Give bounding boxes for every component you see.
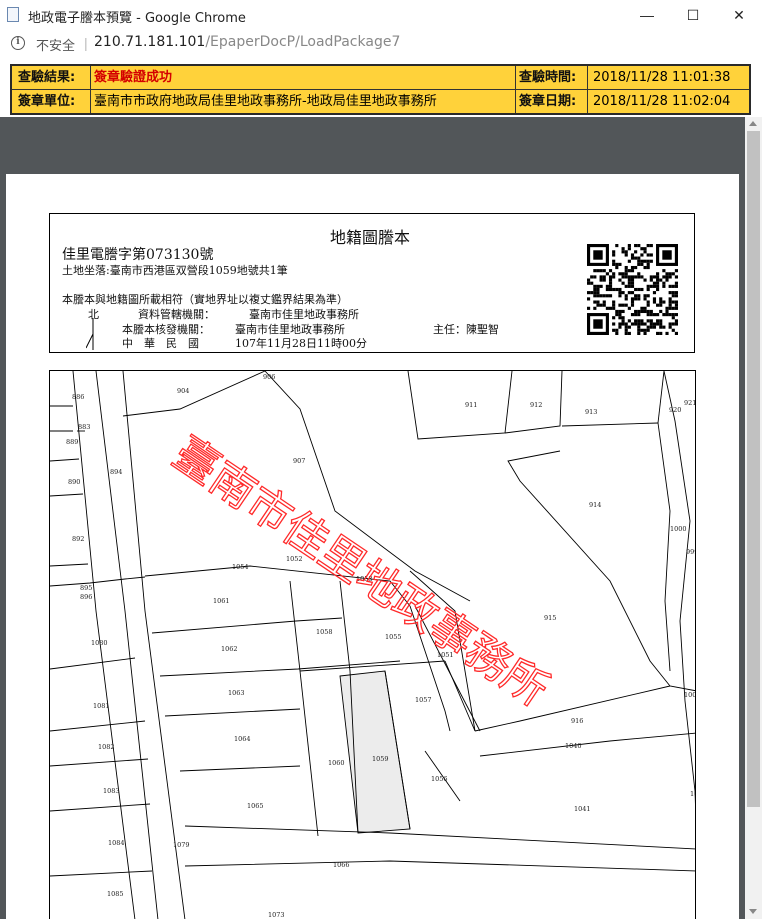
parcel-number-1058: 1058 [316, 628, 333, 636]
parcel-number-1054: 1054 [232, 563, 249, 571]
parcel-number-889: 889 [66, 438, 78, 446]
parcel-number-1040: 1040 [565, 742, 582, 750]
parcel-number-1064: 1064 [234, 735, 251, 743]
check-time-label: 查驗時間: [519, 70, 577, 85]
parcel-number-920: 920 [669, 406, 681, 414]
parcel-number-1062: 1062 [221, 645, 238, 653]
north-arrow-icon [86, 318, 94, 350]
land-location: 土地坐落:臺南市西港區双營段1059地號共1筆 [62, 264, 288, 277]
info-icon[interactable]: i [11, 36, 25, 50]
jurisdiction-label: 資料管轄機關： [138, 308, 215, 321]
parcel-number-921: 921 [684, 399, 696, 407]
parcel-number-906: 906 [263, 373, 275, 381]
signer-unit-label: 簽章單位: [18, 94, 76, 109]
parcel-number-911: 911 [465, 401, 477, 409]
conformity-statement: 本謄本與地籍圖所載相符（實地界址以複丈鑑界結果為準） [62, 293, 348, 306]
parcel-number-892: 892 [72, 535, 84, 543]
parcel-number-1081: 1081 [93, 702, 110, 710]
parcel-number-1080: 1080 [91, 639, 108, 647]
parcel-number-1055: 1055 [385, 633, 402, 641]
director-name: 主任：陳聖智 [433, 323, 499, 336]
vertical-scrollbar[interactable] [745, 117, 762, 919]
address-separator: | [84, 35, 88, 51]
parcel-number-907: 907 [293, 457, 305, 465]
check-time-value: 2018/11/28 11:01:38 [593, 70, 731, 85]
result-value: 簽章驗證成功 [94, 70, 173, 85]
maximize-button[interactable]: ☐ [670, 0, 716, 30]
signed-date-label: 簽章日期: [519, 94, 577, 109]
panel-divider [12, 89, 749, 90]
document-title: 地籍圖謄本 [330, 228, 411, 247]
issue-time: 107年11月28日11時00分 [235, 337, 367, 350]
scrollbar-thumb[interactable] [747, 131, 760, 807]
url-text[interactable]: 210.71.181.101/EpaperDocP/LoadPackage7 [94, 34, 400, 50]
document-icon [7, 7, 19, 22]
parcel-number-1073: 1073 [268, 911, 285, 919]
parcel-number-913: 913 [585, 408, 597, 416]
result-label: 查驗結果: [18, 70, 76, 85]
parcel-number-904: 904 [177, 387, 189, 395]
jurisdiction-value: 臺南市佳里地政事務所 [249, 308, 359, 321]
parcel-number-883: 883 [78, 423, 90, 431]
parcel-number-1085: 1085 [107, 890, 124, 898]
parcel-number-915: 915 [544, 614, 556, 622]
parcel-number-1084: 1084 [108, 839, 125, 847]
cadastral-map: 886 883 889 890 892 895 896 894 904 906 907 911 912 9… [49, 370, 696, 919]
signature-verification-panel: 查驗結果: 簽章驗證成功 查驗時間: 2018/11/28 11:01:38 簽… [10, 64, 751, 115]
parcel-number-895: 895 [80, 584, 92, 592]
panel-divider [587, 66, 588, 113]
parcel-number-916: 916 [571, 717, 583, 725]
parcel-number-1060: 1060 [328, 759, 345, 767]
parcel-number-1059: 1059 [372, 755, 389, 763]
parcel-number-1057: 1057 [415, 696, 432, 704]
parcel-1059-shape [339, 670, 411, 834]
parcel-number-999: 999 [686, 548, 696, 556]
security-indicator[interactable]: 不安全 [36, 35, 75, 54]
window-title: 地政電子謄本預覽 - Google Chrome [28, 11, 246, 26]
address-bar[interactable]: i 不安全 | 210.71.181.101/EpaperDocP/LoadPa… [0, 30, 762, 58]
country-label: 中 華 民 國 [122, 337, 199, 350]
qr-code-icon [587, 244, 678, 335]
signer-unit-value: 臺南市市政府地政局佳里地政事務所-地政局佳里地政事務所 [94, 94, 437, 109]
close-button[interactable]: ✕ [716, 0, 762, 30]
document-page: 地籍圖謄本 佳里電謄字第073130號 土地坐落:臺南市西港區双營段1059地號… [6, 174, 739, 919]
parcel-number-914: 914 [589, 501, 601, 509]
document-number: 佳里電謄字第073130號 [62, 247, 214, 263]
parcel-number-1082: 1082 [98, 743, 115, 751]
parcel-number-912: 912 [530, 401, 542, 409]
parcel-number-1065: 1065 [247, 802, 264, 810]
parcel-number-1079: 1079 [173, 841, 190, 849]
panel-divider [90, 66, 91, 113]
parcel-number-1063: 1063 [228, 689, 245, 697]
minimize-button[interactable]: — [624, 0, 670, 30]
parcel-number-890: 890 [68, 478, 80, 486]
parcel-number-1001: 1001 [684, 691, 696, 699]
transcript-header: 地籍圖謄本 佳里電謄字第073130號 土地坐落:臺南市西港區双營段1059地號… [49, 213, 695, 353]
parcel-number-1041: 1041 [574, 805, 591, 813]
parcel-number-1039: 1039 [690, 790, 696, 798]
parcel-number-1061: 1061 [213, 597, 230, 605]
parcel-number-896: 896 [80, 593, 92, 601]
scroll-down-icon[interactable] [749, 909, 757, 914]
parcel-number-886: 886 [72, 393, 84, 401]
scroll-up-icon[interactable] [749, 121, 757, 126]
parcel-number-1066: 1066 [333, 861, 350, 869]
panel-divider [515, 66, 516, 113]
signed-date-value: 2018/11/28 11:02:04 [593, 94, 731, 109]
parcel-number-1000: 1000 [670, 525, 687, 533]
parcel-number-1083: 1083 [103, 787, 120, 795]
parcel-number-894: 894 [110, 468, 122, 476]
parcel-number-1056: 1056 [431, 775, 448, 783]
pdf-viewer[interactable]: 地籍圖謄本 佳里電謄字第073130號 土地坐落:臺南市西港區双營段1059地號… [0, 117, 745, 919]
url-host: 210.71.181.101 [94, 34, 206, 50]
window-title-bar: 地政電子謄本預覽 - Google Chrome — ☐ ✕ [0, 0, 762, 31]
url-path: /EpaperDocP/LoadPackage7 [205, 34, 401, 50]
